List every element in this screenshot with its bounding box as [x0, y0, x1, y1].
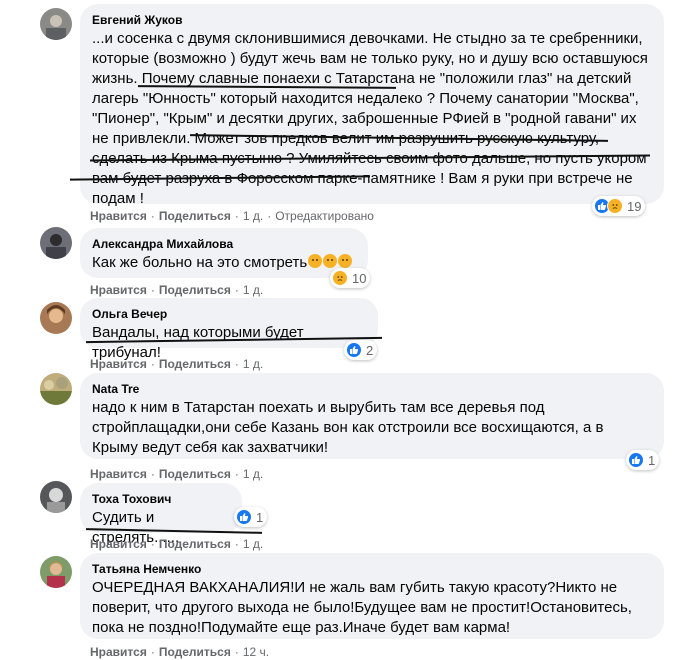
like-button[interactable]: Нравится — [90, 283, 147, 297]
comment-actions: Нравится · Поделиться · 1 д. — [90, 467, 264, 481]
avatar[interactable] — [40, 227, 72, 259]
like-icon — [236, 509, 252, 525]
reactions-badge[interactable]: 1 — [234, 507, 268, 527]
sad-icon — [332, 270, 348, 286]
avatar[interactable] — [40, 373, 72, 405]
reply-button[interactable]: Поделиться — [159, 537, 231, 551]
comment-bubble: Евгений Жуков ...и сосенка с двумя склон… — [80, 4, 664, 207]
avatar-image — [40, 302, 72, 334]
comment-text: ОЧЕРЕДНАЯ ВАКХАНАЛИЯ!И не жаль вам губит… — [92, 579, 637, 636]
reply-button[interactable]: Поделиться — [159, 209, 231, 223]
comment-actions: Нравится · Поделиться · 1 д. — [90, 357, 264, 371]
avatar[interactable] — [40, 302, 72, 334]
like-button[interactable]: Нравится — [90, 209, 147, 223]
comment-time[interactable]: 1 д. — [243, 537, 263, 551]
avatar-image — [40, 481, 72, 513]
comment-author[interactable]: Ольга Вечер — [92, 306, 366, 322]
reactions-badge[interactable]: 1 — [626, 450, 660, 470]
comment-time[interactable]: 1 д. — [243, 357, 263, 371]
sad-icon — [607, 198, 623, 214]
reply-button[interactable]: Поделиться — [159, 283, 231, 297]
avatar-image — [40, 556, 72, 588]
comment-bubble: Татьяна Немченко ОЧЕРЕДНАЯ ВАКХАНАЛИЯ!И … — [80, 553, 664, 639]
reactions-badge[interactable]: 19 — [592, 196, 646, 216]
reply-button[interactable]: Поделиться — [159, 645, 231, 659]
avatar-image — [40, 227, 72, 259]
comment-bubble: Nata Tre надо к ним в Татарстан поехать … — [80, 373, 664, 459]
like-button[interactable]: Нравится — [90, 357, 147, 371]
reaction-count: 10 — [352, 270, 367, 286]
comment-time[interactable]: 1 д. — [243, 467, 263, 481]
sad-emoji — [308, 254, 323, 268]
reaction-count: 2 — [366, 342, 374, 358]
comment-author[interactable]: Татьяна Немченко — [92, 561, 652, 577]
like-icon — [628, 452, 644, 468]
comment-bubble: Тоха Тохович Судить и стрелять...... — [80, 483, 242, 546]
like-button[interactable]: Нравится — [90, 537, 147, 551]
reactions-badge[interactable]: 10 — [330, 268, 371, 288]
comment-author[interactable]: Nata Tre — [92, 381, 652, 397]
edited-label: Отредактировано — [275, 209, 374, 223]
reactions-badge[interactable]: 2 — [344, 340, 378, 360]
avatar-image — [40, 373, 72, 405]
reply-button[interactable]: Поделиться — [159, 467, 231, 481]
comment-time[interactable]: 1 д. — [243, 209, 263, 223]
like-button[interactable]: Нравится — [90, 467, 147, 481]
comment-author[interactable]: Тоха Тохович — [92, 491, 230, 507]
reaction-count: 1 — [256, 509, 264, 525]
reaction-count: 19 — [627, 198, 642, 214]
comment-text: надо к ним в Татарстан поехать и вырубит… — [92, 399, 608, 456]
comment-bubble: Александра Михайлова Как же больно на эт… — [80, 228, 368, 278]
comment-time[interactable]: 1 д. — [243, 283, 263, 297]
comment-bubble: Ольга Вечер Вандалы, над которыми будет … — [80, 298, 378, 361]
comment-actions: Нравится · Поделиться · 1 д. — [90, 283, 264, 297]
comment-author[interactable]: Евгений Жуков — [92, 12, 652, 28]
sad-emoji — [323, 254, 338, 268]
comment-actions: Нравится · Поделиться · 12 ч. — [90, 645, 270, 659]
comment-author[interactable]: Александра Михайлова — [92, 236, 356, 252]
avatar-image — [40, 8, 72, 40]
avatar[interactable] — [40, 481, 72, 513]
comment-text: Как же больно на это смотреть — [92, 253, 356, 273]
sad-emoji — [338, 254, 353, 268]
avatar[interactable] — [40, 8, 72, 40]
like-icon — [346, 342, 362, 358]
avatar[interactable] — [40, 556, 72, 588]
like-button[interactable]: Нравится — [90, 645, 147, 659]
comment-text: ...и сосенка с двумя склонившимися девоч… — [92, 30, 653, 207]
comment-time[interactable]: 12 ч. — [243, 645, 269, 659]
reply-button[interactable]: Поделиться — [159, 357, 231, 371]
comment-actions: Нравится · Поделиться · 1 д. · Отредактировано — [90, 209, 374, 223]
reaction-count: 1 — [648, 452, 656, 468]
comment-actions: Нравится · Поделиться · 1 д. — [90, 537, 264, 551]
